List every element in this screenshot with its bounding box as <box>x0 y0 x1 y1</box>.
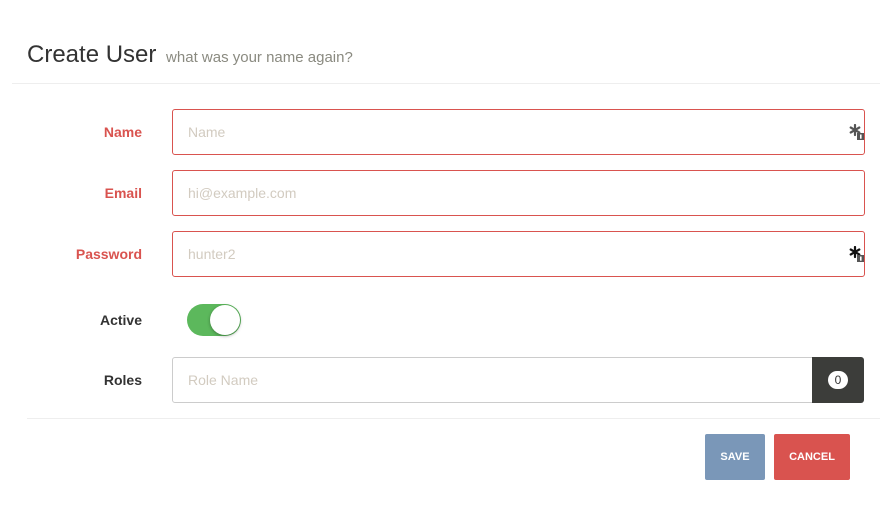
page-title: Create User what was your name again? <box>27 40 353 73</box>
roles-row: Roles 0 <box>0 357 888 403</box>
active-toggle[interactable] <box>187 304 241 336</box>
roles-label: Roles <box>103 372 142 388</box>
cancel-button[interactable]: CANCEL <box>774 434 850 480</box>
name-required-icon <box>849 124 865 140</box>
roles-count-addon[interactable]: 0 <box>812 357 864 403</box>
email-label: Email <box>104 185 142 201</box>
role-name-input[interactable] <box>172 357 813 403</box>
password-input[interactable] <box>172 231 865 277</box>
save-button[interactable]: SAVE <box>705 434 765 480</box>
active-label: Active <box>99 312 142 328</box>
form-header: Create User what was your name again? <box>0 0 880 84</box>
page-subtitle: what was your name again? <box>166 49 353 66</box>
name-label: Name <box>103 124 142 140</box>
toggle-knob <box>210 305 240 335</box>
email-input[interactable] <box>172 170 865 216</box>
password-required-icon <box>849 246 865 262</box>
header-divider <box>12 83 880 84</box>
email-row: Email <box>0 170 888 216</box>
password-label: Password <box>75 246 142 262</box>
footer-divider <box>27 418 880 419</box>
title-text: Create User <box>27 41 157 68</box>
password-row: Password <box>0 231 888 277</box>
name-input[interactable] <box>172 109 865 155</box>
name-row: Name <box>0 109 888 155</box>
roles-count-badge: 0 <box>828 371 848 389</box>
active-row: Active <box>0 297 888 343</box>
